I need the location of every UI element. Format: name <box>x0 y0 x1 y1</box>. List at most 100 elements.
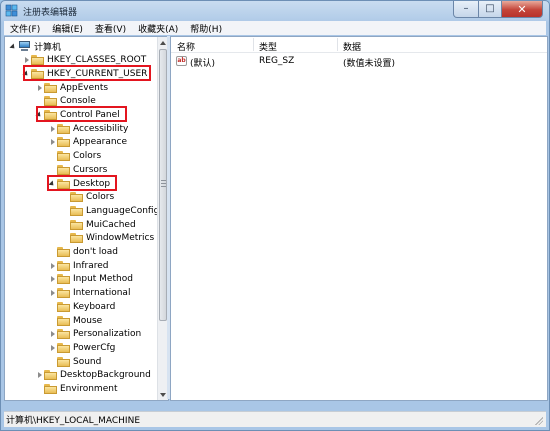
tree-item-powercfg[interactable]: PowerCfg <box>48 341 115 354</box>
minimize-button[interactable]: – <box>453 1 479 18</box>
folder-icon <box>57 315 70 326</box>
tree-item-personalization[interactable]: Personalization <box>48 328 141 341</box>
value-row-default[interactable]: ab (默认) REG_SZ (数值未设置) <box>171 55 547 69</box>
tree-item-label: MuiCached <box>86 219 136 230</box>
maximize-button[interactable]: □ <box>479 1 502 18</box>
collapsed-arrow-icon[interactable] <box>35 369 44 382</box>
column-header-name[interactable]: 名称 <box>177 40 195 53</box>
window-controls: – □ ✕ <box>453 1 543 18</box>
collapsed-arrow-icon <box>50 125 55 132</box>
tree-item-label: WindowMetrics <box>86 233 155 244</box>
folder-icon <box>57 301 70 312</box>
folder-icon <box>44 384 57 394</box>
title-bar[interactable]: 注册表编辑器 – □ ✕ <box>1 1 549 21</box>
tree-item-mouse[interactable]: Mouse <box>48 314 102 327</box>
collapsed-arrow-icon <box>50 139 55 146</box>
collapsed-arrow-icon[interactable] <box>48 287 57 300</box>
menu-edit[interactable]: 编辑(E) <box>46 22 89 35</box>
status-path: 计算机\HKEY_LOCAL_MACHINE <box>6 416 141 426</box>
column-divider[interactable] <box>337 38 338 51</box>
tree-item-computer[interactable]: 计算机 <box>9 40 61 53</box>
computer-icon <box>18 41 31 52</box>
collapsed-arrow-icon <box>50 262 55 269</box>
tree-item-label: Input Method <box>73 274 133 285</box>
folder-icon <box>57 342 70 353</box>
collapsed-arrow-icon <box>37 372 42 379</box>
tree-item-dont-load[interactable]: don't load <box>48 246 118 259</box>
tree-item-label: Personalization <box>73 329 142 340</box>
tree-item-label: AppEvents <box>60 82 109 93</box>
collapsed-arrow-icon[interactable] <box>48 136 57 149</box>
collapsed-arrow-icon[interactable] <box>48 259 57 272</box>
column-header-type[interactable]: 类型 <box>259 40 277 53</box>
column-header-data[interactable]: 数据 <box>343 40 361 53</box>
folder-icon <box>70 233 83 244</box>
value-data: (数值未设置) <box>343 59 396 69</box>
tree-item-infrared[interactable]: Infrared <box>48 259 109 272</box>
tree-item-label: Colors <box>86 192 115 203</box>
folder-icon <box>57 137 70 148</box>
tree-item-windowmetrics[interactable]: WindowMetrics <box>61 232 154 245</box>
status-bar: 计算机\HKEY_LOCAL_MACHINE <box>4 411 546 427</box>
tree-item-appearance[interactable]: Appearance <box>48 136 127 149</box>
tree-item-accessibility[interactable]: Accessibility <box>48 122 128 135</box>
tree-item-international[interactable]: International <box>48 287 130 300</box>
tree-item-keyboard[interactable]: Keyboard <box>48 300 115 313</box>
tree-item-label: DesktopBackground <box>60 370 151 381</box>
collapsed-arrow-icon[interactable] <box>48 341 57 354</box>
tree-item-colors[interactable]: Colors <box>48 150 101 163</box>
tree-item-sound[interactable]: Sound <box>48 355 101 368</box>
collapsed-arrow-icon[interactable] <box>48 328 57 341</box>
collapsed-arrow-icon <box>50 331 55 338</box>
menu-bar: 文件(F) 编辑(E) 查看(V) 收藏夹(A) 帮助(H) <box>4 21 546 35</box>
close-button[interactable]: ✕ <box>502 1 543 18</box>
tree-item-label: Environment <box>60 384 118 394</box>
highlight-box-control-panel <box>36 106 127 122</box>
column-divider[interactable] <box>253 38 254 51</box>
tree-item-label: Cursors <box>73 164 108 175</box>
grip-icon <box>161 186 166 187</box>
tree-item-environment[interactable]: Environment <box>35 383 117 396</box>
tree-item-languageconfig[interactable]: LanguageConfig <box>61 204 159 217</box>
folder-icon <box>57 356 70 367</box>
collapsed-arrow-icon <box>50 290 55 297</box>
folder-icon <box>57 247 70 257</box>
tree-item-label: Colors <box>73 151 102 162</box>
tree-item-desktop-colors[interactable]: Colors <box>61 191 114 204</box>
tree-item-label: don't load <box>73 247 119 257</box>
folder-icon <box>57 274 70 285</box>
menu-help[interactable]: 帮助(H) <box>184 22 228 35</box>
tree-item-label: International <box>73 288 131 299</box>
tree-item-label: Appearance <box>73 137 128 148</box>
collapsed-arrow-icon <box>24 57 29 64</box>
tree-item-label: Sound <box>73 356 102 367</box>
arrow-up-icon <box>160 40 166 45</box>
menu-favorites[interactable]: 收藏夹(A) <box>132 22 184 35</box>
tree-item-appevents[interactable]: AppEvents <box>35 81 108 94</box>
collapsed-arrow-icon <box>37 84 42 91</box>
expanded-arrow-icon[interactable] <box>9 40 18 53</box>
tree-item-desktopbackground[interactable]: DesktopBackground <box>35 369 151 382</box>
collapsed-arrow-icon[interactable] <box>35 81 44 94</box>
scrollbar-thumb[interactable] <box>159 49 167 321</box>
regedit-app-icon <box>5 4 18 17</box>
value-type: REG_SZ <box>259 56 295 66</box>
menu-view[interactable]: 查看(V) <box>89 22 132 35</box>
tree-item-label: HKEY_CLASSES_ROOT <box>47 55 147 66</box>
collapsed-arrow-icon <box>50 276 55 283</box>
registry-tree-pane[interactable]: 计算机 HKEY_CLASSES_ROOT HKEY_CURRENT_USER App… <box>4 36 169 401</box>
collapsed-arrow-icon[interactable] <box>48 273 57 286</box>
folder-icon <box>70 192 83 203</box>
resize-grip-icon[interactable] <box>535 417 543 425</box>
menu-file[interactable]: 文件(F) <box>4 22 46 35</box>
tree-item-muicached[interactable]: MuiCached <box>61 218 136 231</box>
tree-item-input-method[interactable]: Input Method <box>48 273 133 286</box>
collapsed-arrow-icon[interactable] <box>48 122 57 135</box>
folder-icon <box>57 123 70 134</box>
values-list-pane[interactable]: 名称 类型 数据 ab (默认) REG_SZ (数值未设置) <box>170 36 548 401</box>
tree-item-label: Mouse <box>73 315 103 326</box>
folder-icon <box>57 151 70 162</box>
